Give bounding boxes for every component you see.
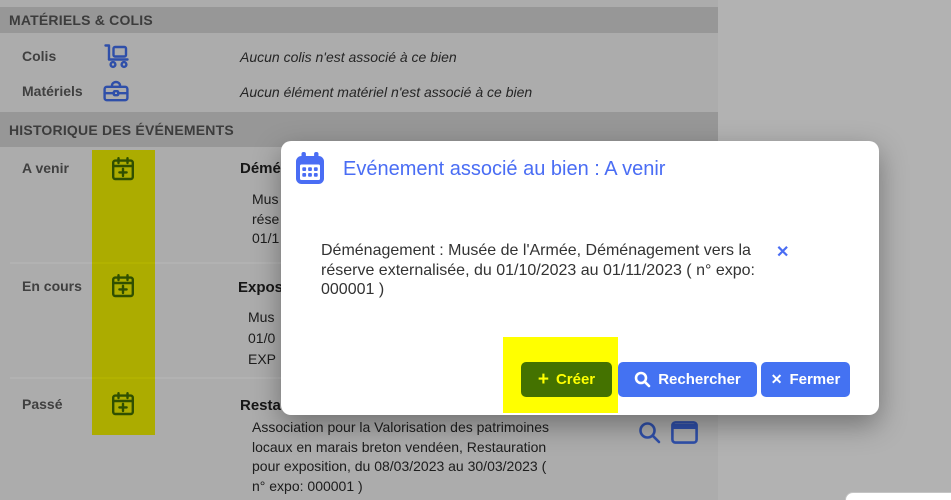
search-button-label: Rechercher: [658, 371, 741, 388]
create-button-label: Créer: [556, 371, 595, 388]
event-modal: Evénement associé au bien : A venir Démé…: [281, 141, 879, 415]
close-icon: ✕: [771, 371, 783, 388]
modal-title: Evénement associé au bien : A venir: [343, 158, 665, 181]
close-button-label: Fermer: [789, 371, 840, 388]
calendar-icon: [295, 152, 325, 186]
bottom-right-panel-peek: [845, 492, 951, 500]
plus-icon: +: [538, 370, 549, 389]
close-button[interactable]: ✕ Fermer: [761, 362, 850, 397]
search-button[interactable]: Rechercher: [618, 362, 757, 397]
search-icon: [634, 371, 651, 388]
create-button[interactable]: + Créer: [521, 362, 612, 397]
modal-body-text: Déménagement : Musée de l'Armée, Déménag…: [321, 241, 781, 300]
remove-criteria-icon[interactable]: ✕: [776, 245, 789, 261]
screen: MATÉRIELS & COLIS Colis Aucun colis n'es…: [0, 0, 951, 500]
